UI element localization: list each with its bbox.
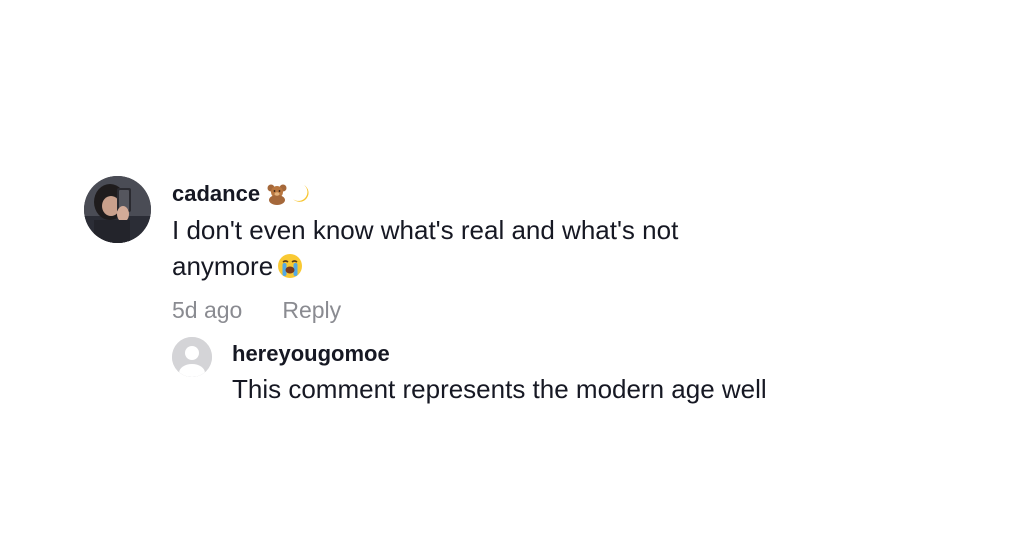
reply-username[interactable]: hereyougomoe — [232, 337, 767, 371]
comment-text-line1: I don't even know what's real and what's… — [172, 215, 679, 245]
crescent-moon-emoji — [293, 185, 309, 202]
default-avatar-icon — [172, 337, 212, 377]
reply-button[interactable]: Reply — [282, 294, 341, 326]
avatar[interactable] — [84, 176, 151, 243]
reply-body: hereyougomoe This comment represents the… — [232, 337, 767, 407]
avatar-photo — [84, 176, 151, 243]
comment-text-line2: anymore — [172, 251, 274, 281]
loudly-crying-face-emoji — [277, 252, 303, 288]
comment-username[interactable]: cadance — [172, 176, 260, 212]
reply-avatar[interactable] — [172, 337, 212, 377]
comment-meta: 5d ago Reply — [172, 294, 732, 326]
comment-text: I don't even know what's real and what's… — [172, 212, 732, 288]
comment-timestamp: 5d ago — [172, 297, 243, 323]
teddy-bear-emoji — [267, 184, 287, 205]
comment: cadance I don't even know what's real an… — [84, 176, 732, 326]
reply-text: This comment represents the modern age w… — [232, 374, 767, 404]
comment-username-row: cadance — [172, 176, 732, 212]
username-emojis — [266, 183, 312, 205]
reply-comment: hereyougomoe This comment represents the… — [172, 337, 767, 407]
comment-body: cadance I don't even know what's real an… — [172, 176, 732, 326]
comment-text-line2-wrap: anymore — [172, 248, 732, 288]
